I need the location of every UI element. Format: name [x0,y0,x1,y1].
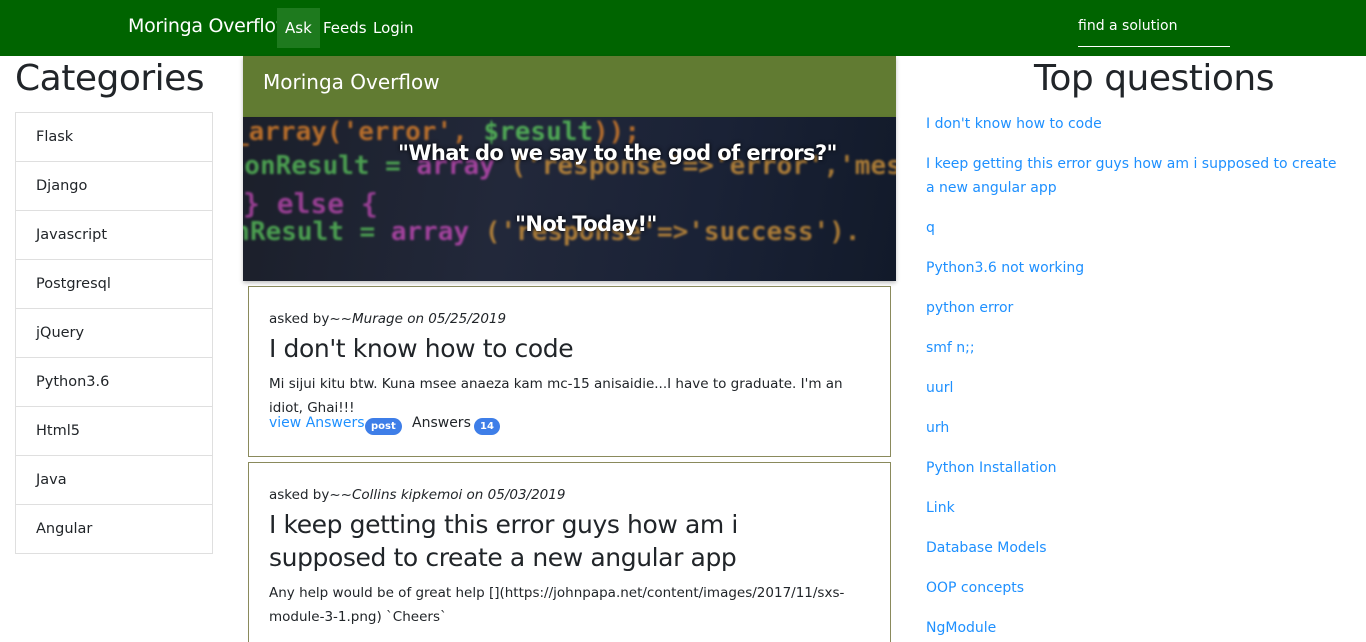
top-question-link[interactable]: Link [926,496,1346,520]
categories-list: Flask Django Javascript Postgresql jQuer… [15,112,213,554]
question-card: asked by~~Collins kipkemoi on 05/03/2019… [248,462,891,642]
search-input[interactable] [1078,10,1230,42]
top-question-link[interactable]: q [926,216,1346,240]
brand-link[interactable]: Moringa Overflow [128,15,291,37]
category-item-javascript[interactable]: Javascript [15,210,213,260]
view-answers-link[interactable]: view Answers [269,415,365,431]
question-title[interactable]: I keep getting this error guys how am i … [269,508,849,574]
answers-count-badge: 14 [474,418,500,435]
question-title[interactable]: I don't know how to code [269,332,849,365]
question-body: Mi sijui kitu btw. Kuna msee anaeza kam … [269,376,843,416]
hero-banner-image: _array('error', $result)); JsonResult = … [243,117,896,281]
question-author-date: Collins kipkemoi on 05/03/2019 [352,487,566,503]
banner-quote-line2: "Not Today!" [515,212,657,236]
top-question-link[interactable]: I don't know how to code [926,112,1346,136]
question-meta: asked by~~Collins kipkemoi on 05/03/2019 [269,487,565,503]
banner-quote-line1: "What do we say to the god of errors?" [398,141,837,165]
question-meta: asked by~~Murage on 05/25/2019 [269,311,506,327]
top-questions-list: I don't know how to code I keep getting … [926,112,1346,642]
top-question-link[interactable]: uurl [926,376,1346,400]
category-item-flask[interactable]: Flask [15,112,213,162]
answers-label: Answers [412,415,471,431]
top-question-link[interactable]: NgModule [926,616,1346,640]
category-item-postgresql[interactable]: Postgresql [15,259,213,309]
top-question-link[interactable]: urh [926,416,1346,440]
categories-heading: Categories [15,58,205,99]
category-item-java[interactable]: Java [15,455,213,505]
top-question-link[interactable]: python error [926,296,1346,320]
top-question-link[interactable]: Python3.6 not working [926,256,1346,280]
top-question-link[interactable]: I keep getting this error guys how am i … [926,152,1346,200]
post-badge[interactable]: post [365,418,402,435]
banner-code-decoration: } else { [243,187,378,220]
hero-title: Moringa Overflow [263,70,440,94]
question-body: Any help would be of great help [](https… [269,585,845,625]
hero-header: Moringa Overflow [243,56,896,117]
category-item-jquery[interactable]: jQuery [15,308,213,358]
top-question-link[interactable]: OOP concepts [926,576,1346,600]
top-question-link[interactable]: Python Installation [926,456,1346,480]
nav-login-link[interactable]: Login [365,8,421,48]
category-item-angular[interactable]: Angular [15,504,213,554]
category-item-html5[interactable]: Html5 [15,406,213,456]
question-author-date: Murage on 05/25/2019 [352,311,507,327]
category-item-python[interactable]: Python3.6 [15,357,213,407]
navbar: Moringa Overflow Ask Feeds Login [0,0,1366,56]
top-question-link[interactable]: smf n;; [926,336,1346,360]
search-box [1078,10,1230,47]
category-item-django[interactable]: Django [15,161,213,211]
nav-ask-link[interactable]: Ask [277,8,320,48]
question-card: asked by~~Murage on 05/25/2019 I don't k… [248,286,891,457]
top-question-link[interactable]: Database Models [926,536,1346,560]
top-questions-heading: Top questions [1034,58,1274,99]
asked-by-prefix: asked by~~ [269,487,352,503]
asked-by-prefix: asked by~~ [269,311,352,327]
